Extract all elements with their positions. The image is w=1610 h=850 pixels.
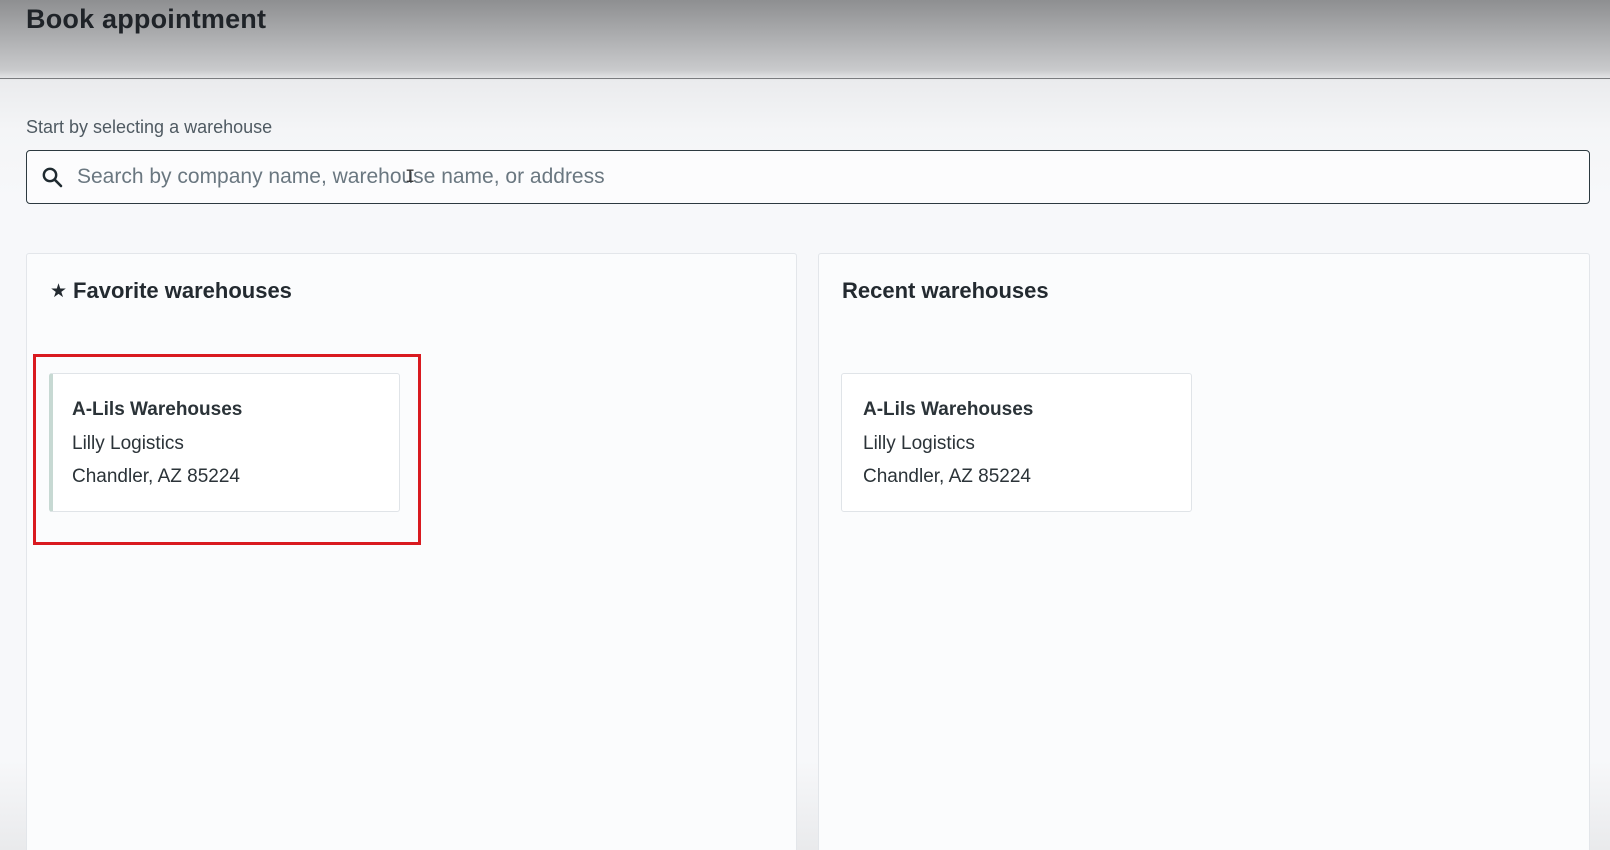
- book-appointment-page: Book appointment Start by selecting a wa…: [0, 0, 1610, 850]
- warehouse-name: A-Lils Warehouses: [863, 399, 1034, 420]
- text-cursor-icon: I: [405, 167, 416, 187]
- search-label: Start by selecting a warehouse: [26, 117, 273, 137]
- recent-warehouses-title: Recent warehouses: [842, 278, 1049, 303]
- page-header: Book appointment: [0, 0, 1610, 79]
- recent-warehouses-panel: Recent warehouses A-Lils Warehouses Lill…: [818, 253, 1590, 850]
- search-icon: [41, 166, 63, 188]
- warehouse-search-box[interactable]: [26, 150, 1590, 204]
- warehouse-search-input[interactable]: [75, 156, 1589, 198]
- warehouse-address: Chandler, AZ 85224: [863, 466, 1031, 487]
- favorite-warehouses-panel: ★ Favorite warehouses A-Lils Warehouses …: [26, 253, 797, 850]
- highlight-annotation-box: [33, 354, 421, 545]
- favorite-warehouses-label: Favorite warehouses: [73, 278, 292, 303]
- warehouse-company: Lilly Logistics: [863, 433, 975, 454]
- page-title: Book appointment: [26, 4, 267, 34]
- star-icon: ★: [50, 280, 68, 302]
- recent-warehouse-card[interactable]: A-Lils Warehouses Lilly Logistics Chandl…: [841, 373, 1192, 512]
- favorite-warehouses-title: ★ Favorite warehouses: [50, 278, 292, 304]
